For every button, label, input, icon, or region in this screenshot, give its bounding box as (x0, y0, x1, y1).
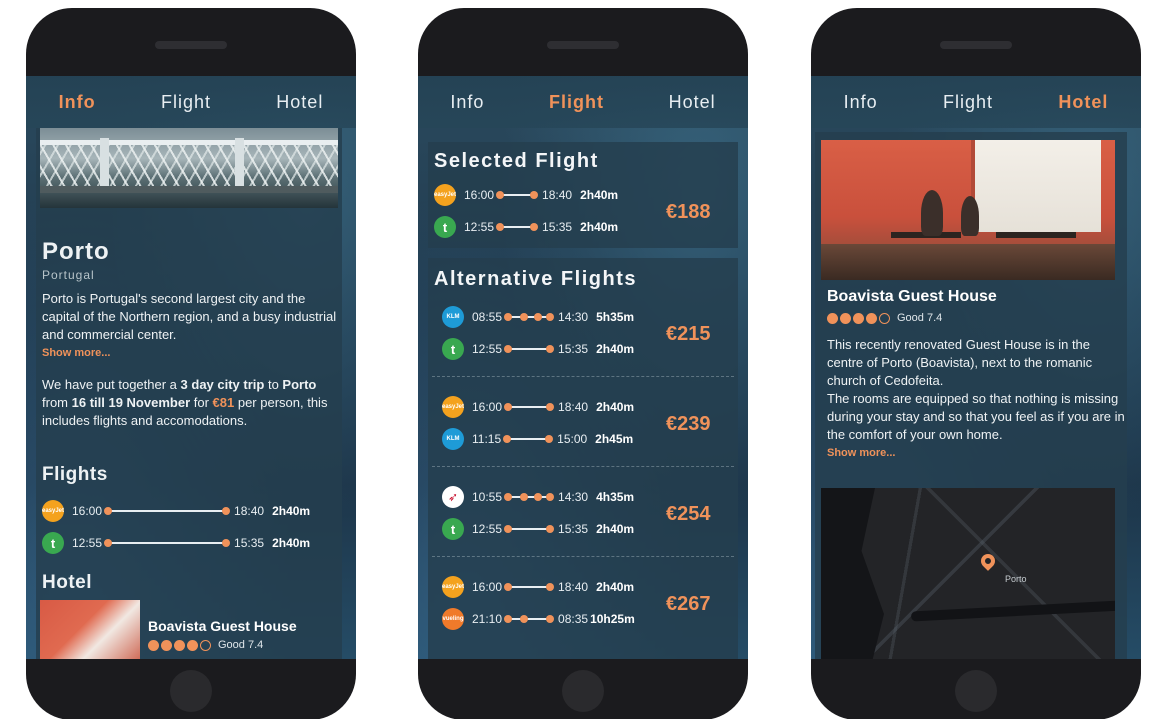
divider (432, 556, 734, 557)
easyjet-logo-icon: easyJet (434, 184, 456, 206)
flight-leg: t 12:55 15:35 2h40m (434, 214, 618, 240)
flight-content: Selected Flight easyJet 16:00 18:40 2h40… (418, 128, 748, 659)
flight-leg: easyJet 16:00 18:40 2h40m (434, 182, 618, 208)
transavia-logo-icon: t (42, 532, 64, 554)
tab-bar: Info Flight Hotel (418, 76, 748, 128)
show-more-link[interactable]: Show more... (42, 344, 340, 362)
phone-flight: Info Flight Hotel Selected Flight easyJe… (418, 8, 748, 719)
tab-hotel[interactable]: Hotel (276, 92, 323, 113)
info-content: Porto Portugal Porto is Portugal's secon… (26, 128, 356, 659)
tab-info[interactable]: Info (844, 92, 878, 113)
hotel-rating: Good 7.4 (148, 639, 263, 651)
flight-leg[interactable]: KLM 08:55 14:30 5h35m (442, 304, 634, 330)
tab-hotel[interactable]: Hotel (1058, 92, 1108, 113)
tab-info[interactable]: Info (59, 92, 96, 113)
alternative-price: €215 (666, 323, 711, 345)
flight-leg[interactable]: easyJet 16:00 18:40 2h40m (42, 498, 310, 524)
city-title: Porto (42, 238, 110, 265)
star-empty-icon (200, 639, 211, 651)
hotel-name: Boavista Guest House (827, 288, 997, 305)
trip-summary: We have put together a 3 day city trip t… (42, 377, 328, 428)
transavia-logo-icon: t (442, 518, 464, 540)
star-filled-icon (187, 639, 198, 651)
map-pin-icon[interactable] (978, 551, 998, 571)
star-filled-icon (853, 312, 864, 324)
star-filled-icon (840, 312, 851, 324)
alternative-flights-title: Alternative Flights (434, 268, 637, 290)
transavia-logo-icon: t (442, 338, 464, 360)
british-airways-logo-icon: ➶ (442, 486, 464, 508)
selected-flight-price: €188 (666, 201, 711, 223)
city-description: Porto is Portugal's second largest city … (42, 290, 340, 362)
phone-info: Info Flight Hotel Porto Portugal Porto i… (26, 8, 356, 719)
hotel-name[interactable]: Boavista Guest House (148, 618, 297, 634)
flight-leg[interactable]: t 12:55 15:35 2h40m (442, 516, 634, 542)
klm-logo-icon: KLM (442, 306, 464, 328)
star-filled-icon (174, 639, 185, 651)
hotel-content: Boavista Guest House Good 7.4 This recen… (811, 128, 1141, 659)
transavia-logo-icon: t (434, 216, 456, 238)
map-city-label: Porto (1005, 574, 1027, 584)
hotel-section-title: Hotel (42, 572, 92, 593)
tab-flight[interactable]: Flight (549, 92, 604, 113)
alternative-price: €254 (666, 503, 711, 525)
home-button[interactable] (170, 670, 212, 712)
tab-flight[interactable]: Flight (161, 92, 211, 113)
alternative-price: €239 (666, 413, 711, 435)
home-button[interactable] (562, 670, 604, 712)
city-photo (40, 128, 338, 208)
trip-price: €81 (212, 395, 235, 410)
star-filled-icon (827, 312, 838, 324)
selected-flight-title: Selected Flight (434, 150, 599, 172)
easyjet-logo-icon: easyJet (42, 500, 64, 522)
star-filled-icon (866, 312, 877, 324)
flight-leg[interactable]: vueling 21:10 08:35 10h25m (442, 606, 635, 632)
hotel-rating: Good 7.4 (827, 312, 942, 324)
tab-bar: Info Flight Hotel (26, 76, 356, 128)
klm-logo-icon: KLM (442, 428, 464, 450)
easyjet-logo-icon: easyJet (442, 576, 464, 598)
show-more-link[interactable]: Show more... (827, 444, 1127, 462)
tab-bar: Info Flight Hotel (811, 76, 1141, 128)
hotel-description: This recently renovated Guest House is i… (827, 336, 1127, 462)
tab-hotel[interactable]: Hotel (669, 92, 716, 113)
country-subtitle: Portugal (42, 268, 95, 282)
alternative-price: €267 (666, 593, 711, 615)
flight-leg[interactable]: ➶ 10:55 14:30 4h35m (442, 484, 634, 510)
divider (432, 376, 734, 377)
flight-leg[interactable]: KLM 11:15 15:00 2h45m (442, 426, 633, 452)
flight-leg[interactable]: t 12:55 15:35 2h40m (42, 530, 310, 556)
flights-section-title: Flights (42, 464, 108, 485)
flight-leg[interactable]: easyJet 16:00 18:40 2h40m (442, 394, 634, 420)
phone-speaker (155, 41, 227, 49)
phone-speaker (547, 41, 619, 49)
flight-screen: Info Flight Hotel Selected Flight easyJe… (418, 76, 748, 659)
phone-speaker (940, 41, 1012, 49)
star-empty-icon (879, 312, 890, 324)
easyjet-logo-icon: easyJet (442, 396, 464, 418)
tab-info[interactable]: Info (450, 92, 484, 113)
hotel-map[interactable]: Porto (821, 488, 1115, 659)
flight-leg[interactable]: easyJet 16:00 18:40 2h40m (442, 574, 634, 600)
star-filled-icon (148, 639, 159, 651)
hotel-screen: Info Flight Hotel Boavista Guest House G… (811, 76, 1141, 659)
vueling-logo-icon: vueling (442, 608, 464, 630)
tab-flight[interactable]: Flight (943, 92, 993, 113)
home-button[interactable] (955, 670, 997, 712)
info-screen: Info Flight Hotel Porto Portugal Porto i… (26, 76, 356, 659)
phone-hotel: Info Flight Hotel Boavista Guest House G… (811, 8, 1141, 719)
star-filled-icon (161, 639, 172, 651)
flight-leg[interactable]: t 12:55 15:35 2h40m (442, 336, 634, 362)
hotel-photo[interactable] (821, 140, 1115, 280)
divider (432, 466, 734, 467)
hotel-thumbnail[interactable] (40, 600, 140, 659)
